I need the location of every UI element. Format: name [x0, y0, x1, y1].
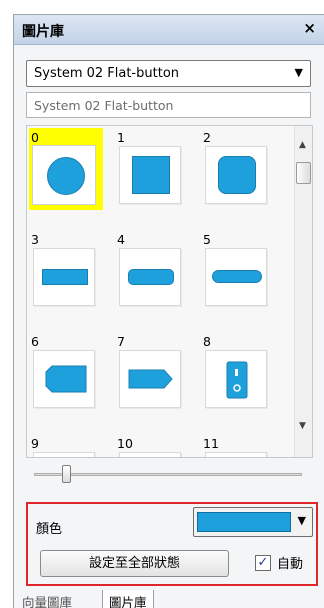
gallery-item-label: 5 [203, 232, 211, 247]
hexagon-button-icon [45, 365, 87, 393]
picture-gallery: 0 1 2 3 4 5 6 7 8 9 10 11 ▲ ▼ [26, 125, 313, 458]
gallery-item-label: 6 [31, 334, 39, 349]
gallery-item-thumbnail [205, 350, 267, 408]
tab-picture-library[interactable]: 圖片庫 [102, 590, 154, 608]
gallery-item-label: 2 [203, 130, 211, 145]
gallery-item-thumbnail [33, 350, 95, 408]
gallery-item-1[interactable]: 1 [115, 128, 189, 210]
gallery-item-5[interactable]: 5 [201, 230, 275, 312]
auto-label: 自動 [277, 557, 304, 572]
rectangle-button-icon [42, 269, 88, 285]
gallery-item-thumbnail [33, 248, 95, 306]
gallery-item-label: 3 [31, 232, 39, 247]
gallery-item-7[interactable]: 7 [115, 332, 189, 414]
panel-tabs: 向量圖庫 圖片庫 [14, 590, 324, 608]
gallery-item-0[interactable]: 0 [29, 128, 103, 210]
gallery-item-label: 1 [117, 130, 125, 145]
gallery-item-9[interactable]: 9 [29, 434, 103, 457]
gallery-item-2[interactable]: 2 [201, 128, 275, 210]
color-swatch [197, 512, 291, 532]
picture-library-panel: 圖片庫 × System 02 Flat-button ▼ System 02 … [13, 14, 324, 608]
close-icon[interactable]: × [303, 19, 316, 37]
gallery-item-label: 0 [31, 130, 39, 145]
chevron-down-icon[interactable]: ▼ [298, 514, 306, 527]
color-label: 顏色 [36, 522, 63, 537]
gallery-item-label: 9 [31, 436, 39, 451]
gallery-item-thumbnail [205, 248, 267, 306]
gallery-item-label: 7 [117, 334, 125, 349]
gallery-item-thumbnail [119, 146, 181, 204]
zoom-slider-track[interactable] [34, 473, 302, 476]
gallery-item-thumbnail [119, 248, 181, 306]
rounded-rectangle-button-icon [128, 269, 174, 285]
gallery-scrollbar[interactable]: ▲ ▼ [294, 126, 312, 457]
gallery-item-thumbnail [32, 145, 96, 205]
panel-title: 圖片庫 [22, 24, 64, 40]
scrollbar-thumb[interactable] [296, 162, 311, 184]
color-settings-group: 顏色 ▼ 設定至全部狀態 ✓ 自動 [26, 502, 318, 586]
library-select[interactable]: System 02 Flat-button ▼ [26, 60, 311, 87]
pill-button-icon [212, 270, 262, 283]
tab-vector-library[interactable]: 向量圖庫 [16, 590, 78, 608]
gallery-item-thumbnail [205, 146, 267, 204]
gallery-item-10[interactable]: 10 [115, 434, 189, 457]
scroll-down-icon[interactable]: ▼ [299, 421, 306, 431]
chevron-down-icon[interactable]: ▼ [295, 66, 303, 79]
library-select-value: System 02 Flat-button [34, 66, 180, 81]
zoom-slider-thumb[interactable] [61, 465, 71, 483]
gallery-item-6[interactable]: 6 [29, 332, 103, 414]
rounded-square-button-icon [218, 156, 256, 194]
scroll-up-icon[interactable]: ▲ [299, 140, 306, 150]
gallery-item-11[interactable]: 11 [201, 434, 275, 457]
rocker-switch-icon [226, 361, 248, 399]
circle-button-icon [47, 157, 85, 195]
gallery-item-label: 11 [203, 436, 219, 451]
gallery-item-8[interactable]: 8 [201, 332, 275, 414]
picture-name-value: System 02 Flat-button [34, 98, 174, 113]
gallery-item-thumbnail [119, 452, 181, 457]
panel-titlebar: 圖片庫 × [14, 15, 324, 45]
gallery-item-label: 8 [203, 334, 211, 349]
gallery-item-3[interactable]: 3 [29, 230, 103, 312]
color-picker[interactable]: ▼ [193, 507, 313, 537]
square-button-icon [132, 156, 170, 194]
picture-name-field[interactable]: System 02 Flat-button [26, 92, 311, 118]
arrow-button-icon [128, 369, 173, 389]
gallery-item-thumbnail [119, 350, 181, 408]
gallery-item-thumbnail [205, 452, 267, 457]
apply-to-all-states-button[interactable]: 設定至全部狀態 [40, 550, 229, 577]
gallery-item-thumbnail [33, 452, 95, 457]
gallery-item-label: 4 [117, 232, 125, 247]
auto-checkbox[interactable]: ✓ [255, 555, 271, 571]
gallery-item-label: 10 [117, 436, 133, 451]
gallery-item-4[interactable]: 4 [115, 230, 189, 312]
